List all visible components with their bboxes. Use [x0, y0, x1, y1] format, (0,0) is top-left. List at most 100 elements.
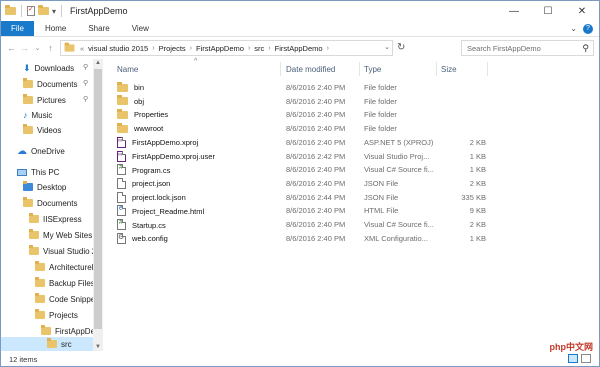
file-type: File folder: [364, 83, 397, 92]
html-file-icon: [117, 205, 126, 217]
tab-share[interactable]: Share: [77, 21, 120, 36]
file-row[interactable]: project.json 8/6/2016 2:40 PM JSON File …: [109, 177, 599, 191]
nav-item-documents[interactable]: Documents: [23, 196, 77, 210]
file-row[interactable]: web.config 8/6/2016 2:40 PM XML Configur…: [109, 232, 599, 246]
scroll-down-icon[interactable]: ▼: [93, 344, 103, 350]
nav-item-visual-studio[interactable]: Visual Studio 2: [29, 244, 96, 258]
properties-icon[interactable]: [27, 5, 35, 16]
nav-item-pictures[interactable]: Pictures: [23, 93, 66, 107]
overflow-chevron[interactable]: «: [80, 44, 84, 53]
customize-toolbar-icon[interactable]: ▾: [52, 7, 56, 16]
json-file-icon: [117, 177, 126, 189]
file-row[interactable]: Program.cs 8/6/2016 2:40 PM Visual C# So…: [109, 163, 599, 177]
status-bar: 12 items: [1, 352, 599, 366]
nav-item-src[interactable]: src: [1, 337, 93, 351]
file-date: 8/6/2016 2:40 PM: [286, 165, 346, 175]
search-box[interactable]: Search FirstAppDemo ⚲: [461, 40, 594, 56]
pin-icon[interactable]: ⚲: [83, 95, 88, 103]
close-button[interactable]: ✕: [565, 1, 599, 21]
folder-icon[interactable]: [5, 5, 16, 15]
column-header-name[interactable]: Name: [117, 59, 138, 79]
search-icon[interactable]: ⚲: [582, 43, 589, 54]
large-icons-view-icon[interactable]: [581, 354, 591, 363]
caption-buttons: — ☐ ✕: [497, 1, 599, 21]
nav-item-desktop[interactable]: Desktop: [23, 180, 66, 194]
back-button[interactable]: ←: [5, 43, 18, 53]
expand-ribbon-icon[interactable]: ⌄: [570, 24, 577, 33]
column-header-type[interactable]: Type: [364, 59, 381, 79]
file-row[interactable]: FirstAppDemo.xproj 8/6/2016 2:40 PM ASP.…: [109, 136, 599, 150]
nav-item-my-web-sites[interactable]: My Web Sites: [29, 228, 92, 242]
details-view-icon[interactable]: [568, 354, 578, 363]
refresh-icon[interactable]: ↻: [397, 42, 405, 53]
computer-icon: [17, 168, 27, 176]
recent-locations-button[interactable]: ⌄: [31, 44, 44, 52]
pin-icon[interactable]: ⚲: [83, 79, 88, 87]
quick-access-toolbar: ▾: [1, 5, 64, 17]
file-row[interactable]: obj 8/6/2016 2:40 PM File folder: [109, 95, 599, 109]
sort-ascending-icon: ^: [194, 58, 198, 65]
nav-item-label: src: [61, 339, 72, 349]
folder-icon: [35, 309, 45, 319]
file-row[interactable]: wwwroot 8/6/2016 2:40 PM File folder: [109, 122, 599, 136]
new-folder-icon[interactable]: [38, 5, 49, 15]
breadcrumb-separator[interactable]: ›: [190, 45, 192, 52]
tab-view[interactable]: View: [121, 21, 160, 36]
file-row[interactable]: Properties 8/6/2016 2:40 PM File folder: [109, 108, 599, 122]
nav-item-onedrive[interactable]: ☁ OneDrive: [17, 144, 65, 158]
breadcrumb-visual-studio[interactable]: visual studio 2015: [88, 44, 148, 53]
forward-button[interactable]: →: [18, 43, 31, 53]
breadcrumb-firstappdemo[interactable]: FirstAppDemo: [196, 44, 244, 53]
column-divider[interactable]: [487, 62, 488, 76]
file-row[interactable]: bin 8/6/2016 2:40 PM File folder: [109, 81, 599, 95]
column-header-size[interactable]: Size: [441, 59, 457, 79]
nav-item-backup-files[interactable]: Backup Files: [35, 276, 95, 290]
column-divider[interactable]: [436, 62, 437, 76]
download-icon: ⬇: [23, 62, 31, 73]
folder-icon: [47, 338, 57, 348]
nav-item-videos[interactable]: Videos: [23, 123, 61, 137]
breadcrumb-separator[interactable]: ›: [248, 45, 250, 52]
breadcrumb-separator[interactable]: ›: [327, 45, 329, 52]
breadcrumb-current[interactable]: FirstAppDemo: [275, 44, 323, 53]
file-type: Visual C# Source fi...: [364, 220, 434, 229]
file-date: 8/6/2016 2:40 PM: [286, 96, 346, 106]
file-row[interactable]: Project_Readme.html 8/6/2016 2:40 PM HTM…: [109, 204, 599, 218]
nav-item-documents-quick[interactable]: Documents: [23, 77, 77, 91]
pin-icon[interactable]: ⚲: [83, 63, 88, 71]
breadcrumb-separator[interactable]: ›: [268, 45, 270, 52]
nav-item-label: Music: [31, 110, 53, 120]
nav-item-architecture[interactable]: ArchitectureE: [35, 260, 97, 274]
minimize-button[interactable]: —: [497, 1, 531, 21]
nav-item-code-snippets[interactable]: Code Snippet: [35, 292, 97, 306]
nav-item-label: This PC: [31, 167, 60, 177]
column-header-date[interactable]: Date modified: [286, 59, 335, 79]
column-divider[interactable]: [280, 62, 281, 76]
address-dropdown-icon[interactable]: ⌄: [384, 43, 390, 51]
tab-home[interactable]: Home: [34, 21, 77, 36]
breadcrumb-separator[interactable]: ›: [152, 45, 154, 52]
folder-icon: [35, 277, 45, 287]
address-bar[interactable]: « visual studio 2015 › Projects › FirstA…: [60, 40, 393, 56]
nav-item-iisexpress[interactable]: IISExpress: [29, 212, 82, 226]
nav-item-music[interactable]: ♪ Music: [23, 108, 52, 122]
nav-item-this-pc[interactable]: This PC: [17, 165, 59, 179]
tab-file[interactable]: File: [1, 21, 34, 36]
nav-item-downloads[interactable]: ⬇ Downloads: [23, 61, 74, 75]
search-input[interactable]: Search FirstAppDemo: [467, 44, 541, 53]
file-type: File folder: [364, 110, 397, 120]
up-button[interactable]: ↑: [44, 43, 57, 53]
scroll-up-icon[interactable]: ▲: [93, 60, 103, 66]
file-row[interactable]: FirstAppDemo.xproj.user 8/6/2016 2:42 PM…: [109, 150, 599, 164]
file-row[interactable]: project.lock.json 8/6/2016 2:44 PM JSON …: [109, 191, 599, 205]
scrollbar-thumb[interactable]: [94, 69, 102, 329]
breadcrumb-projects[interactable]: Projects: [159, 44, 186, 53]
breadcrumb-src[interactable]: src: [254, 44, 264, 53]
help-icon[interactable]: ?: [583, 23, 593, 34]
maximize-button[interactable]: ☐: [531, 1, 565, 21]
column-divider[interactable]: [359, 62, 360, 76]
navigation-scrollbar[interactable]: ▲ ▼: [93, 59, 103, 351]
file-type: ASP.NET 5 (XPROJ): [364, 137, 434, 147]
file-row[interactable]: Startup.cs 8/6/2016 2:40 PM Visual C# So…: [109, 218, 599, 232]
nav-item-projects[interactable]: Projects: [35, 308, 78, 322]
